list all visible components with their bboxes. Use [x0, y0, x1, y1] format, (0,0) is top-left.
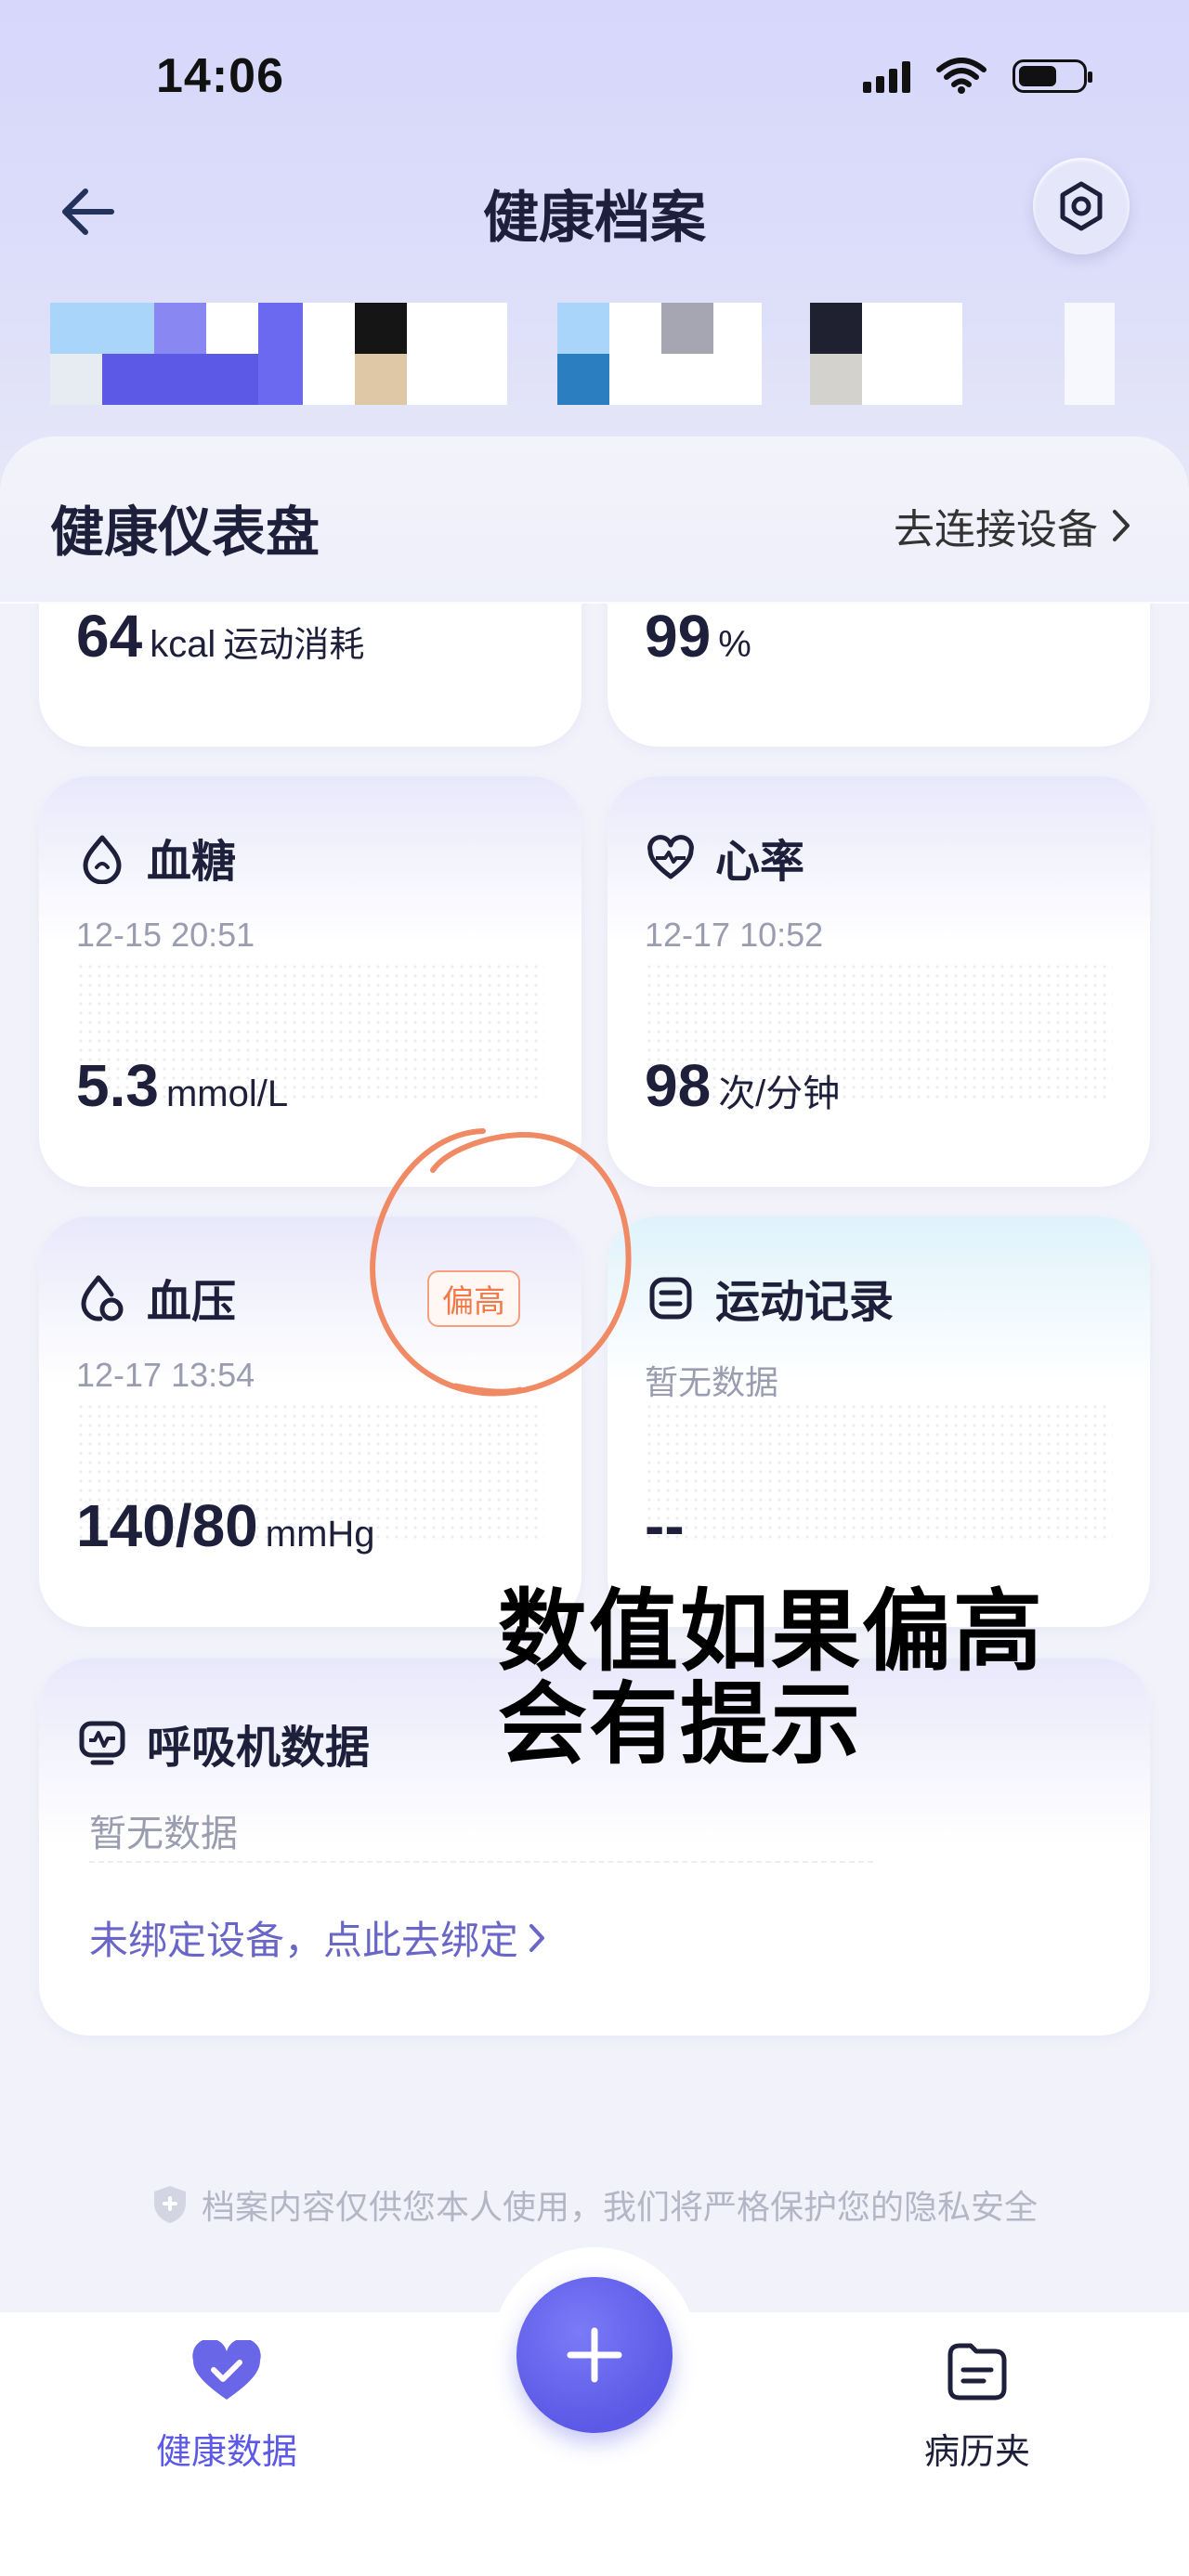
- tab-records-label: 病历夹: [923, 2433, 1030, 2472]
- blood-sugar-time: 12-15 20:51: [76, 916, 255, 954]
- annotation-circle: [370, 1128, 632, 1397]
- ventilator-title: 呼吸机数据: [147, 1724, 371, 1773]
- exercise-record-card[interactable]: 运动记录 暂无数据 --: [608, 1216, 1150, 1627]
- bind-device-link[interactable]: 未绑定设备，点此去绑定: [89, 1909, 546, 1966]
- calories-label: 运动消耗: [223, 626, 365, 665]
- blood-pressure-unit: mmHg: [265, 1514, 375, 1555]
- connect-device-label: 去连接设备: [894, 507, 1098, 553]
- settings-icon: [1060, 181, 1103, 231]
- blood-pressure-value: 140/80: [76, 1492, 258, 1559]
- chevron-right-icon: [1113, 510, 1130, 541]
- settings-button[interactable]: [1033, 158, 1130, 254]
- plus-icon: [567, 2327, 622, 2383]
- annotation-line-1: 数值如果偏高: [498, 1582, 1044, 1682]
- privacy-note-text: 档案内容仅供您本人使用，我们将严格保护您的隐私安全: [201, 2188, 1038, 2226]
- status-time: 14:06: [156, 49, 284, 103]
- heart-rate-title: 心率: [715, 838, 805, 887]
- heart-rate-value: 98: [645, 1052, 712, 1119]
- heart-check-icon: [192, 2338, 261, 2400]
- profile-mosaic-block-1: [50, 303, 303, 405]
- profile-mosaic-block-5: [1065, 303, 1115, 405]
- annotation-line-2: 会有提示: [498, 1675, 862, 1775]
- calories-value: 64: [76, 603, 143, 670]
- blood-pressure-title: 血压: [147, 1278, 237, 1327]
- exercise-record-value: --: [645, 1492, 685, 1559]
- profile-mosaic-block-2: [303, 303, 507, 405]
- tab-health-data-label: 健康数据: [155, 2433, 297, 2472]
- document-icon: [649, 1277, 692, 1320]
- blood-pressure-icon: [81, 1275, 124, 1321]
- calories-unit: kcal: [150, 624, 216, 665]
- heart-rate-card[interactable]: 心率 12-17 10:52 98 次/分钟: [608, 776, 1150, 1187]
- oxygen-value: 99: [645, 603, 712, 670]
- blood-sugar-title: 血糖: [147, 838, 237, 887]
- tab-records[interactable]: 病历夹: [856, 2340, 1098, 2474]
- exercise-record-nodata: 暂无数据: [645, 1363, 779, 1401]
- heart-rate-unit: 次/分钟: [718, 1073, 841, 1114]
- add-button[interactable]: [516, 2277, 673, 2433]
- blood-drop-icon: [83, 835, 122, 884]
- chevron-right-icon: [529, 1923, 545, 1952]
- battery-icon: [1013, 59, 1092, 93]
- privacy-note: 档案内容仅供您本人使用，我们将严格保护您的隐私安全: [0, 2180, 1189, 2229]
- cellular-signal-icon: [863, 59, 910, 93]
- heart-rate-time: 12-17 10:52: [645, 916, 824, 954]
- page-title: 健康档案: [483, 187, 706, 249]
- blood-pressure-time: 12-17 13:54: [76, 1356, 255, 1394]
- profile-mosaic-block-3: [557, 303, 762, 405]
- annotation-text: 数值如果偏高 会有提示: [498, 1586, 1044, 1772]
- dashboard-title: 健康仪表盘: [50, 502, 320, 563]
- heart-pulse-icon: [647, 835, 694, 879]
- oxygen-unit: %: [718, 624, 751, 665]
- divider: [89, 1861, 873, 1863]
- ventilator-monitor-icon: [79, 1721, 125, 1765]
- profile-mosaic-block-4: [810, 303, 962, 405]
- folder-icon: [947, 2343, 1007, 2400]
- tab-health-data[interactable]: 健康数据: [106, 2338, 347, 2474]
- bind-device-label: 未绑定设备，点此去绑定: [89, 1919, 519, 1962]
- blood-sugar-value: 5.3: [76, 1052, 159, 1119]
- connect-device-link[interactable]: 去连接设备: [894, 496, 1131, 555]
- exercise-record-title: 运动记录: [715, 1278, 895, 1327]
- status-icons: [863, 58, 1092, 95]
- wifi-icon: [936, 58, 986, 94]
- blood-sugar-unit: mmol/L: [165, 1073, 289, 1114]
- shield-icon: [153, 2186, 186, 2223]
- ventilator-nodata: 暂无数据: [89, 1814, 238, 1854]
